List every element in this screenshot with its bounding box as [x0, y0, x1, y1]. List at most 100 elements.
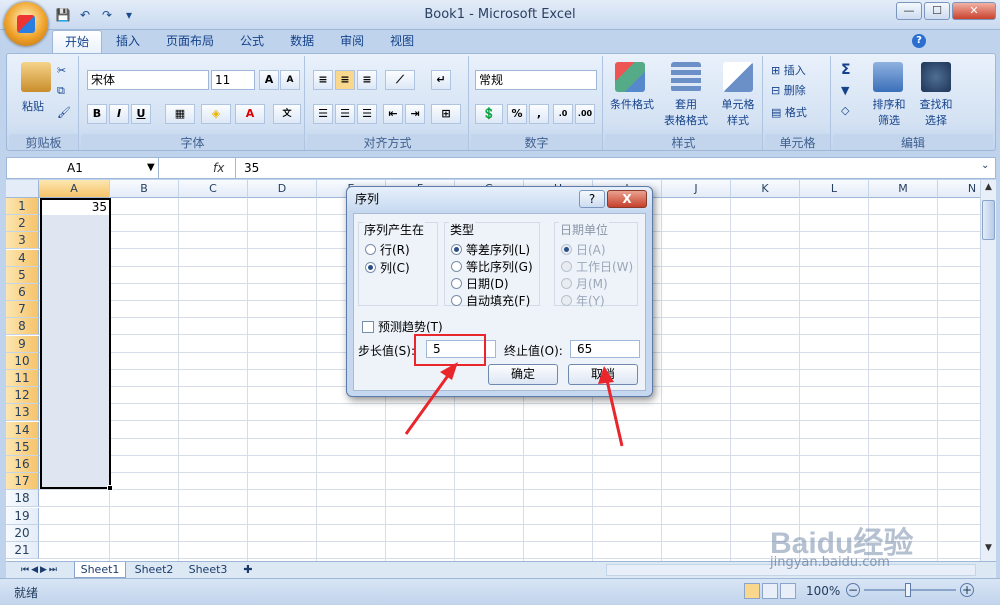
tab-review[interactable]: 审阅 — [328, 30, 376, 53]
cancel-button[interactable]: 取消 — [568, 364, 638, 385]
radio-linear[interactable]: 等差序列(L) — [451, 241, 530, 258]
phonetic-icon[interactable]: 文 — [273, 104, 301, 124]
column-header-b[interactable]: B — [110, 180, 179, 198]
name-box[interactable]: A1 — [7, 158, 159, 178]
row-header-1[interactable]: 1 — [6, 198, 39, 215]
column-header-n[interactable]: N — [938, 180, 980, 198]
row-header-3[interactable]: 3 — [6, 232, 39, 250]
tab-insert[interactable]: 插入 — [104, 30, 152, 53]
decrease-indent-icon[interactable]: ⇤ — [383, 104, 403, 124]
align-top-icon[interactable]: ≡ — [313, 70, 333, 90]
help-icon[interactable]: ? — [912, 34, 926, 48]
tab-page-layout[interactable]: 页面布局 — [154, 30, 226, 53]
tab-view[interactable]: 视图 — [378, 30, 426, 53]
normal-view-icon[interactable] — [744, 583, 760, 599]
orientation-icon[interactable]: ⟋ — [385, 70, 415, 90]
dialog-help-button[interactable]: ? — [579, 190, 605, 208]
row-header-18[interactable]: 18 — [6, 490, 39, 508]
tab-formulas[interactable]: 公式 — [228, 30, 276, 53]
row-header-5[interactable]: 5 — [6, 266, 39, 284]
conditional-format-icon[interactable] — [615, 62, 645, 92]
shrink-font-button[interactable]: A — [280, 70, 300, 90]
column-header-l[interactable]: L — [800, 180, 869, 198]
insert-cells-button[interactable]: ⊞ 插入 — [771, 62, 806, 78]
close-window-button[interactable]: ✕ — [952, 2, 996, 20]
column-header-m[interactable]: M — [869, 180, 938, 198]
align-bottom-icon[interactable]: ≡ — [357, 70, 377, 90]
column-header-j[interactable]: J — [662, 180, 731, 198]
border-icon[interactable]: ▦ — [165, 104, 195, 124]
radio-rows[interactable]: 行(R) — [365, 241, 410, 258]
find-select-icon[interactable] — [921, 62, 951, 92]
font-size-select[interactable]: 11 — [211, 70, 255, 90]
radio-autofill[interactable]: 自动填充(F) — [451, 292, 530, 309]
column-header-a[interactable]: A — [39, 180, 110, 198]
name-box-dropdown-icon[interactable]: ▼ — [147, 158, 155, 178]
tab-data[interactable]: 数据 — [278, 30, 326, 53]
increase-indent-icon[interactable]: ⇥ — [405, 104, 425, 124]
insert-sheet-icon[interactable]: ✚ — [238, 562, 258, 578]
row-header-10[interactable]: 10 — [6, 352, 39, 370]
sheet-tab-sheet2[interactable]: Sheet2 — [128, 562, 180, 578]
underline-button[interactable]: U — [131, 104, 151, 124]
paste-icon[interactable] — [21, 62, 51, 92]
cell-styles-button-l2[interactable]: 样式 — [715, 112, 761, 128]
stop-input[interactable]: 65 — [570, 340, 640, 358]
radio-growth[interactable]: 等比序列(G) — [451, 258, 533, 275]
scroll-up-icon[interactable]: ▲ — [982, 182, 995, 198]
zoom-slider-thumb[interactable] — [905, 583, 911, 597]
number-format-select[interactable]: 常规 — [475, 70, 597, 90]
cell-styles-button-l1[interactable]: 单元格 — [715, 96, 761, 112]
align-middle-icon[interactable]: ≡ — [335, 70, 355, 90]
sort-filter-icon[interactable] — [873, 62, 903, 92]
align-right-icon[interactable]: ☰ — [357, 104, 377, 124]
select-all-corner[interactable] — [6, 180, 39, 198]
radio-date[interactable]: 日期(D) — [451, 275, 509, 292]
row-header-9[interactable]: 9 — [6, 335, 39, 353]
zoom-in-icon[interactable]: + — [960, 583, 974, 597]
autosum-icon[interactable]: Σ — [841, 62, 851, 78]
format-as-table-button-l1[interactable]: 套用 — [661, 96, 711, 112]
row-header-13[interactable]: 13 — [6, 404, 39, 422]
currency-icon[interactable]: 💲 — [475, 104, 503, 124]
fill-color-icon[interactable]: ◈ — [201, 104, 231, 124]
comma-button[interactable]: , — [529, 104, 549, 124]
row-header-4[interactable]: 4 — [6, 249, 39, 267]
tab-home[interactable]: 开始 — [52, 30, 103, 53]
cell-styles-icon[interactable] — [723, 62, 753, 92]
format-painter-icon[interactable]: 🖌 — [57, 106, 71, 119]
format-as-table-button-l2[interactable]: 表格格式 — [655, 112, 717, 128]
zoom-out-icon[interactable]: − — [846, 583, 860, 597]
vertical-scrollbar[interactable]: ▲ ▼ — [980, 180, 996, 561]
selected-range[interactable] — [40, 198, 111, 489]
row-header-21[interactable]: 21 — [6, 542, 39, 559]
percent-button[interactable]: % — [507, 104, 527, 124]
scroll-down-icon[interactable]: ▼ — [982, 543, 995, 559]
row-header-12[interactable]: 12 — [6, 387, 39, 405]
page-layout-view-icon[interactable] — [762, 583, 778, 599]
row-header-17[interactable]: 17 — [6, 473, 39, 491]
sort-filter-button-l2[interactable]: 筛选 — [867, 112, 911, 128]
find-select-button-l1[interactable]: 查找和 — [913, 96, 959, 112]
row-header-20[interactable]: 20 — [6, 524, 39, 542]
format-as-table-icon[interactable] — [671, 62, 701, 92]
insert-function-button[interactable]: fx — [213, 158, 224, 178]
scroll-thumb[interactable] — [982, 200, 995, 240]
row-header-16[interactable]: 16 — [6, 456, 39, 473]
bold-button[interactable]: B — [87, 104, 107, 124]
expand-formula-bar-icon[interactable]: ⌄ — [981, 160, 989, 171]
font-name-select[interactable]: 宋体 — [87, 70, 209, 90]
merge-center-icon[interactable]: ⊞ — [431, 104, 461, 124]
row-header-7[interactable]: 7 — [6, 301, 39, 319]
column-header-d[interactable]: D — [248, 180, 317, 198]
column-header-k[interactable]: K — [731, 180, 800, 198]
sort-filter-button-l1[interactable]: 排序和 — [867, 96, 911, 112]
row-header-11[interactable]: 11 — [6, 370, 39, 387]
fill-handle[interactable] — [107, 485, 113, 491]
align-left-icon[interactable]: ☰ — [313, 104, 333, 124]
column-header-c[interactable]: C — [179, 180, 248, 198]
delete-cells-button[interactable]: ⊟ 删除 — [771, 82, 806, 98]
formula-input[interactable]: 35 — [235, 158, 975, 178]
page-break-view-icon[interactable] — [780, 583, 796, 599]
zoom-level[interactable]: 100% — [806, 584, 840, 598]
